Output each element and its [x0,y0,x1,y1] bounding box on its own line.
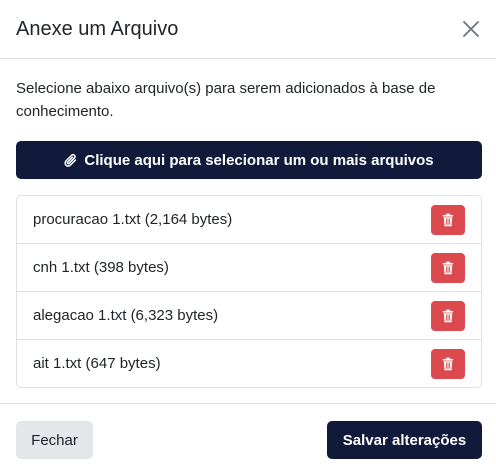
close-dialog-button[interactable]: Fechar [16,421,93,459]
trash-icon [442,213,454,227]
delete-file-button[interactable] [431,205,465,235]
file-list: procuracao 1.txt (2,164 bytes) cnh 1.txt … [16,195,482,388]
delete-file-button[interactable] [431,349,465,379]
modal-header: Anexe um Arquivo [0,0,496,59]
attach-file-modal: Anexe um Arquivo Selecione abaixo arquiv… [0,0,496,472]
modal-title: Anexe um Arquivo [16,18,179,40]
file-name: alegacao 1.txt (6,323 bytes) [33,307,219,324]
paperclip-icon [64,153,77,167]
file-row: cnh 1.txt (398 bytes) [17,244,481,292]
modal-footer: Fechar Salvar alterações [0,403,496,472]
file-row: procuracao 1.txt (2,164 bytes) [17,196,481,244]
close-button[interactable] [456,14,486,44]
file-name: procuracao 1.txt (2,164 bytes) [33,211,233,228]
delete-file-button[interactable] [431,301,465,331]
trash-icon [442,261,454,275]
file-row: ait 1.txt (647 bytes) [17,340,481,387]
select-files-label: Clique aqui para selecionar um ou mais a… [84,151,434,169]
delete-file-button[interactable] [431,253,465,283]
trash-icon [442,357,454,371]
save-changes-button[interactable]: Salvar alterações [327,421,482,459]
select-files-button[interactable]: Clique aqui para selecionar um ou mais a… [16,141,482,179]
trash-icon [442,309,454,323]
file-row: alegacao 1.txt (6,323 bytes) [17,292,481,340]
file-name: ait 1.txt (647 bytes) [33,355,161,372]
file-name: cnh 1.txt (398 bytes) [33,259,169,276]
close-icon [463,21,479,37]
intro-text: Selecione abaixo arquivo(s) para serem a… [16,80,436,120]
